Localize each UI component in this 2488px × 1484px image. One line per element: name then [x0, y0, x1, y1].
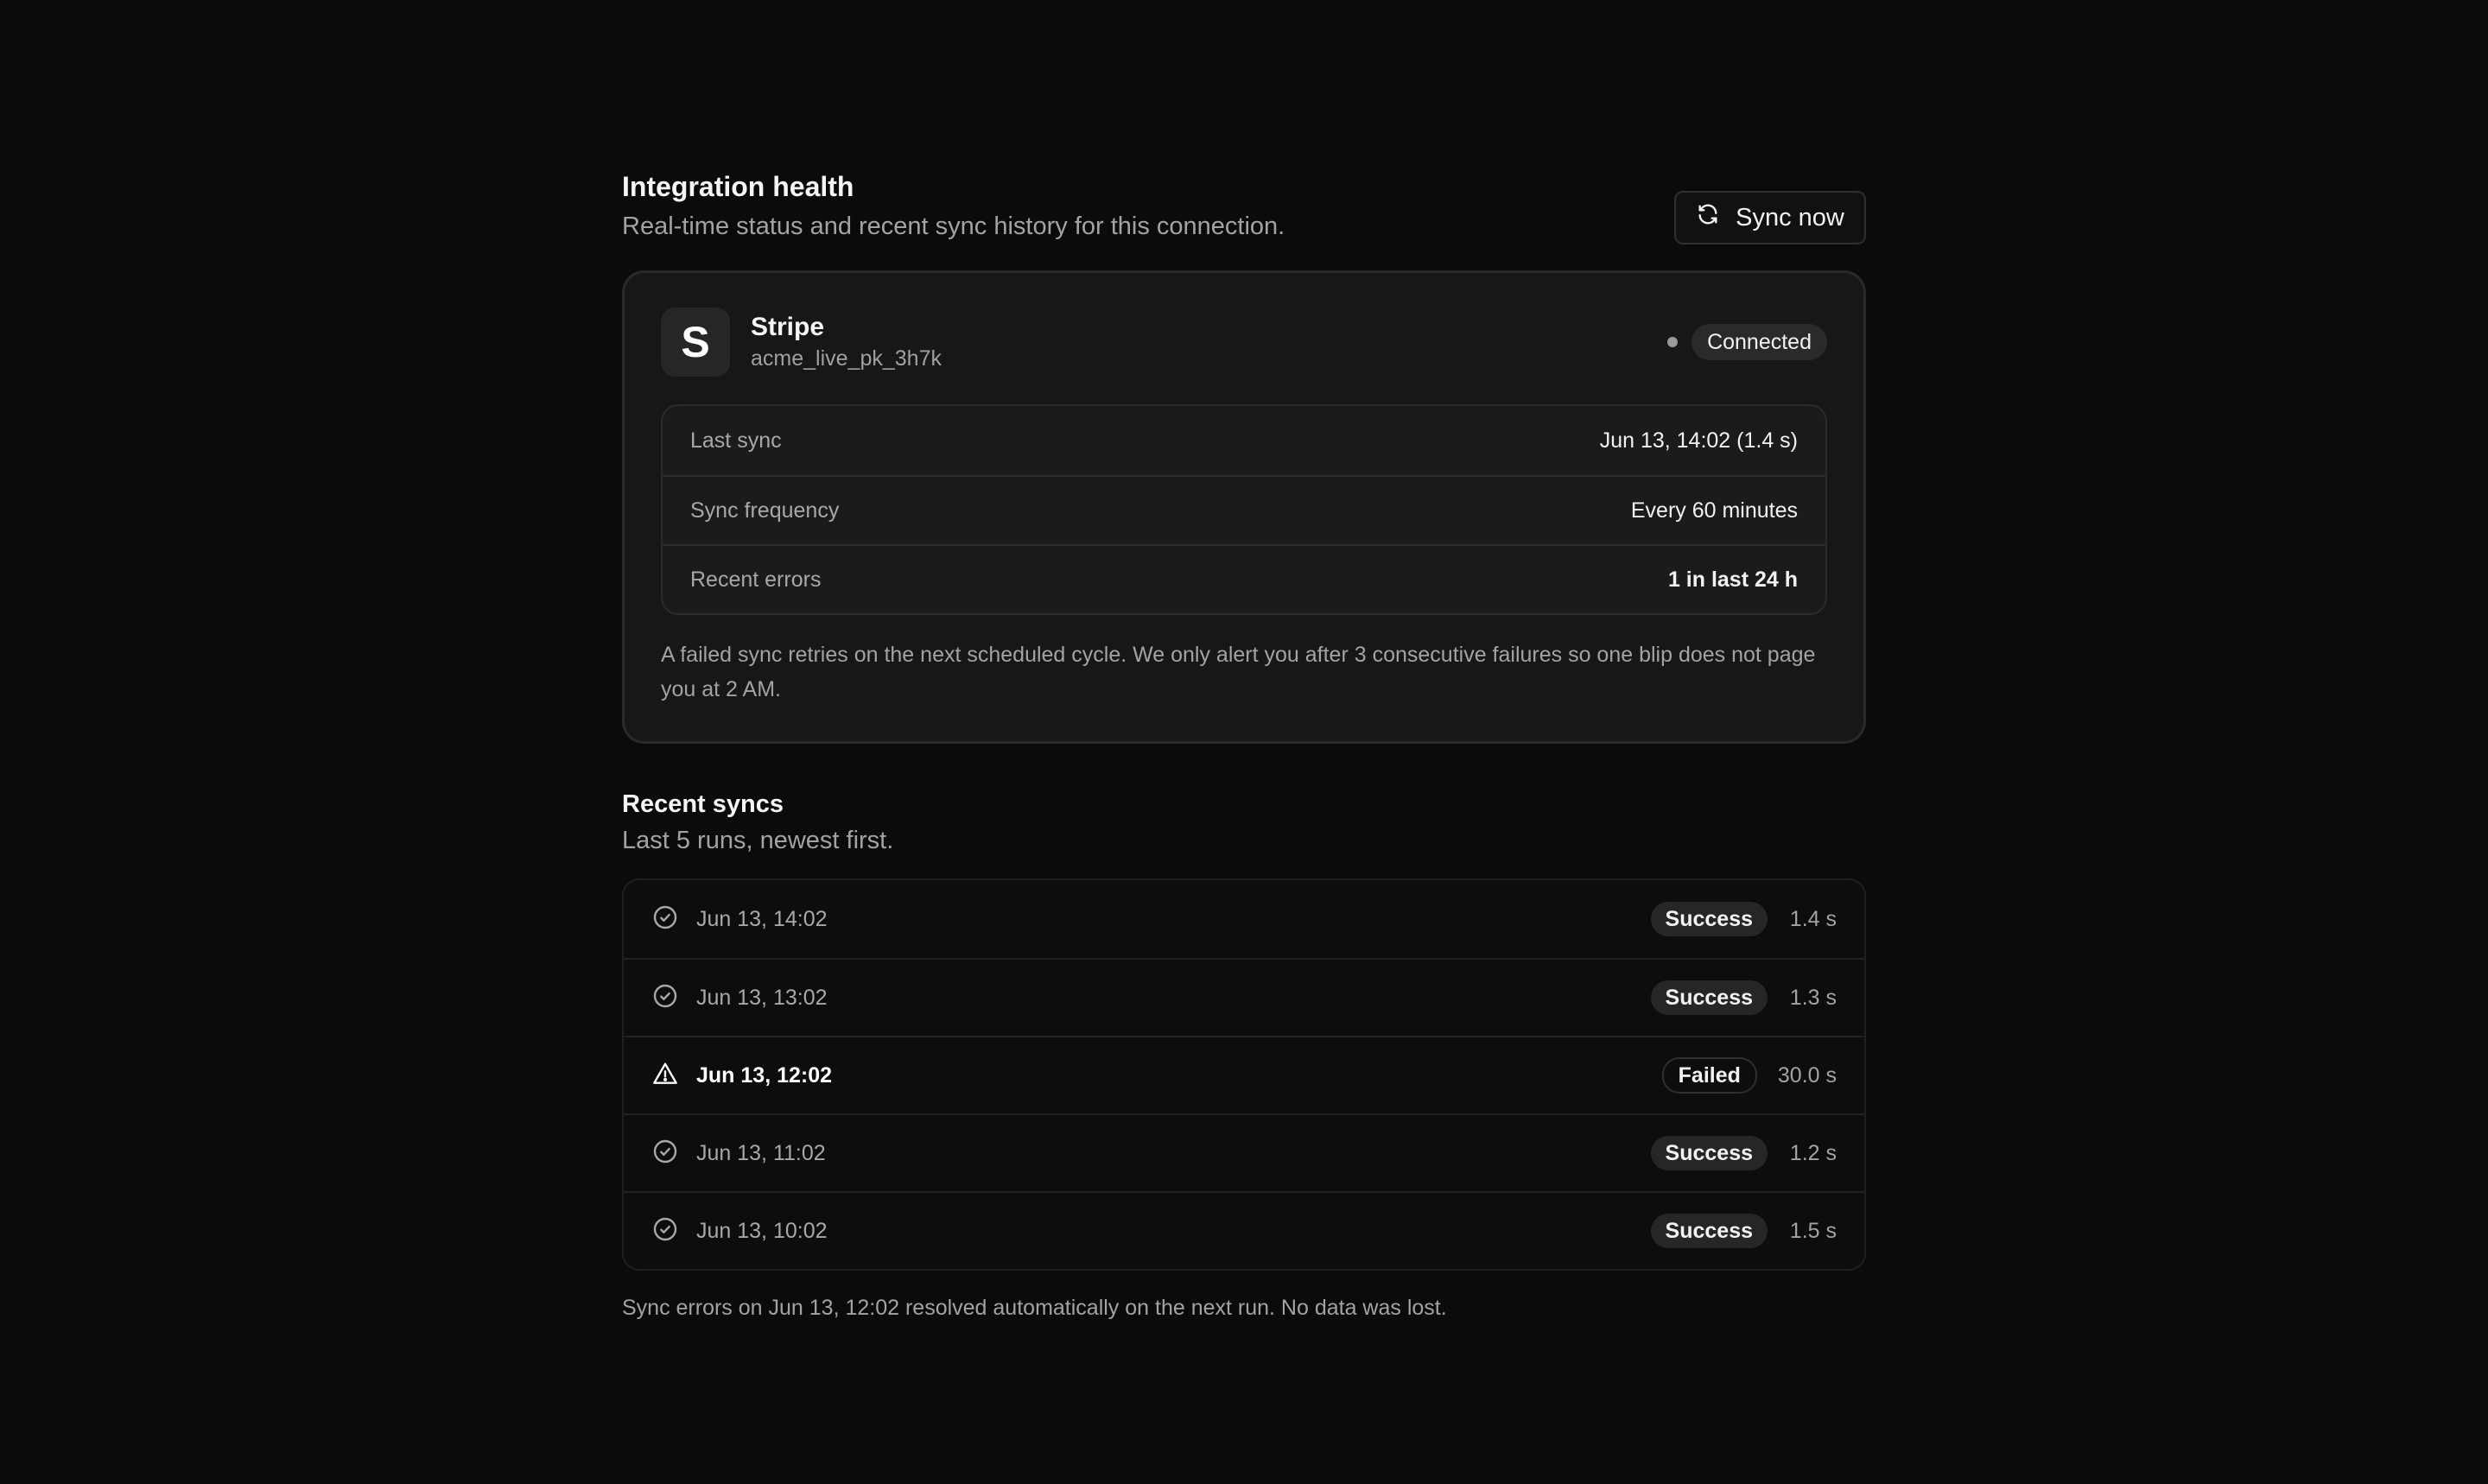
- stat-row-last-sync: Last sync Jun 13, 14:02 (1.4 s): [663, 406, 1825, 475]
- stat-label: Sync frequency: [690, 498, 840, 523]
- run-left: Jun 13, 14:02: [651, 904, 828, 935]
- stat-value: Every 60 minutes: [1630, 498, 1798, 523]
- refresh-icon: [1696, 202, 1720, 233]
- list-item[interactable]: Jun 13, 13:02 Success 1.3 s: [624, 958, 1864, 1036]
- list-item[interactable]: Jun 13, 11:02 Success 1.2 s: [624, 1113, 1864, 1191]
- run-left: Jun 13, 13:02: [651, 982, 828, 1014]
- run-time: Jun 13, 10:02: [696, 1218, 828, 1243]
- list-item[interactable]: Jun 13, 14:02 Success 1.4 s: [624, 880, 1864, 958]
- status-badge: Failed: [1661, 1057, 1757, 1094]
- integration-header: S Stripe acme_live_pk_3h7k Connected: [661, 308, 1827, 377]
- status-badge: Success: [1650, 1214, 1768, 1248]
- run-duration: 1.2 s: [1789, 1140, 1837, 1165]
- sync-stats-table: Last sync Jun 13, 14:02 (1.4 s) Sync fre…: [661, 404, 1827, 615]
- stat-value: Jun 13, 14:02 (1.4 s): [1599, 428, 1798, 453]
- sync-errors-footnote: Sync errors on Jun 13, 12:02 resolved au…: [622, 1296, 1447, 1320]
- stat-row-sync-frequency: Sync frequency Every 60 minutes: [663, 475, 1825, 544]
- page-subtitle: Real-time status and recent sync history…: [622, 212, 1285, 240]
- retry-policy-note: A failed sync retries on the next schedu…: [661, 643, 1816, 701]
- run-right: Success 1.2 s: [1650, 1136, 1837, 1170]
- stat-label: Recent errors: [690, 567, 822, 592]
- connection-status: Connected: [1667, 324, 1827, 360]
- integration-health-panel: Integration health Real-time status and …: [622, 169, 1866, 1322]
- status-dot-icon: [1667, 337, 1679, 347]
- status-badge: Connected: [1691, 324, 1827, 360]
- stat-row-recent-errors: Recent errors 1 in last 24 h: [663, 544, 1825, 613]
- stripe-logo: S: [661, 308, 730, 377]
- check-circle-icon: [651, 1215, 679, 1247]
- stat-label: Last sync: [690, 428, 782, 453]
- integration-brand: S Stripe acme_live_pk_3h7k: [661, 308, 942, 377]
- run-time: Jun 13, 11:02: [696, 1140, 826, 1165]
- sync-now-button[interactable]: Sync now: [1674, 191, 1866, 244]
- run-left: Jun 13, 12:02: [651, 1060, 832, 1092]
- header-text: Integration health Real-time status and …: [622, 169, 1285, 244]
- run-right: Success 1.5 s: [1650, 1214, 1837, 1248]
- run-right: Success 1.3 s: [1650, 980, 1837, 1015]
- run-right: Success 1.4 s: [1650, 902, 1837, 936]
- check-circle-icon: [651, 904, 679, 935]
- integration-info: Stripe acme_live_pk_3h7k: [751, 312, 942, 372]
- run-left: Jun 13, 11:02: [651, 1138, 826, 1170]
- list-item[interactable]: Jun 13, 12:02 Failed 30.0 s: [624, 1036, 1864, 1113]
- recent-syncs-title: Recent syncs: [622, 790, 784, 818]
- integration-card: S Stripe acme_live_pk_3h7k Connected Las…: [622, 270, 1866, 744]
- stat-value: 1 in last 24 h: [1667, 567, 1798, 592]
- run-duration: 1.4 s: [1789, 906, 1837, 931]
- run-time: Jun 13, 14:02: [696, 906, 828, 931]
- sync-now-label: Sync now: [1736, 203, 1844, 231]
- check-circle-icon: [651, 1138, 679, 1170]
- run-duration: 1.5 s: [1789, 1218, 1837, 1243]
- status-badge: Success: [1650, 902, 1768, 936]
- run-duration: 30.0 s: [1777, 1062, 1837, 1088]
- status-badge: Success: [1650, 980, 1768, 1015]
- recent-syncs-subtitle: Last 5 runs, newest first.: [622, 827, 894, 854]
- recent-syncs-list: Jun 13, 14:02 Success 1.4 s Jun 13, 13:0…: [622, 878, 1866, 1271]
- list-item[interactable]: Jun 13, 10:02 Success 1.5 s: [624, 1191, 1864, 1269]
- run-time: Jun 13, 12:02: [696, 1062, 833, 1088]
- integration-account-id: acme_live_pk_3h7k: [751, 346, 942, 371]
- run-duration: 1.3 s: [1789, 985, 1837, 1010]
- run-right: Failed 30.0 s: [1661, 1057, 1837, 1094]
- run-left: Jun 13, 10:02: [651, 1215, 828, 1247]
- warning-triangle-icon: [651, 1060, 679, 1092]
- status-badge: Success: [1650, 1136, 1768, 1170]
- integration-name: Stripe: [751, 313, 825, 341]
- run-time: Jun 13, 13:02: [696, 985, 828, 1010]
- page-header: Integration health Real-time status and …: [622, 169, 1866, 244]
- check-circle-icon: [651, 982, 679, 1014]
- page-title: Integration health: [622, 171, 854, 202]
